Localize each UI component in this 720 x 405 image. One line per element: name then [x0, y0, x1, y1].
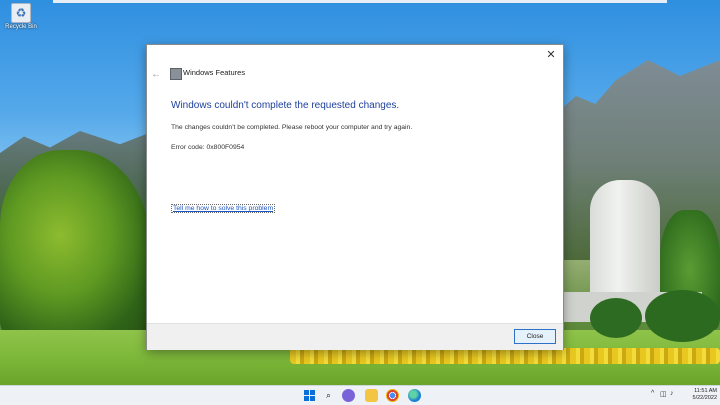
search-icon[interactable]: ⌕	[322, 389, 335, 402]
volume-icon[interactable]: ♪	[670, 390, 674, 397]
monument	[590, 180, 660, 310]
chat-icon[interactable]	[342, 389, 355, 402]
bush	[590, 298, 642, 338]
error-code: Error code: 0x800F0954	[171, 144, 245, 151]
recycle-bin-icon: ♻	[11, 3, 31, 23]
dialog-title: Windows Features	[183, 68, 246, 77]
dialog-footer: Close	[147, 323, 563, 350]
browser-window-edge	[53, 0, 667, 3]
edge-icon[interactable]	[408, 389, 421, 402]
trees-left	[0, 150, 150, 340]
bush	[645, 290, 720, 342]
recycle-bin-label: Recycle Bin	[5, 24, 37, 30]
tray-overflow-icon[interactable]: ^	[651, 390, 654, 397]
close-button[interactable]: Close	[514, 329, 556, 344]
network-icon[interactable]: ◫	[660, 390, 667, 398]
recycle-bin-shortcut[interactable]: ♻ Recycle Bin	[4, 3, 38, 39]
system-clock[interactable]: 11:51 AM 5/22/2022	[681, 388, 717, 402]
start-icon[interactable]	[303, 389, 316, 402]
taskbar: ⌕ ^ ◫ ♪ 11:51 AM 5/22/2022	[0, 385, 720, 405]
chrome-icon[interactable]	[386, 389, 399, 402]
file-explorer-icon[interactable]	[365, 389, 378, 402]
clock-date: 5/22/2022	[692, 395, 717, 401]
clock-time: 11:51 AM	[694, 388, 717, 394]
flower-bed	[290, 348, 720, 364]
windows-features-dialog: ✕ ← Windows Features Windows couldn't co…	[146, 44, 564, 350]
error-message: The changes couldn't be completed. Pleas…	[171, 124, 413, 131]
windows-features-icon	[170, 68, 182, 80]
error-heading: Windows couldn't complete the requested …	[171, 100, 400, 111]
close-icon[interactable]: ✕	[543, 48, 559, 62]
help-link[interactable]: Tell me how to solve this problem	[171, 204, 276, 213]
back-arrow-icon[interactable]: ←	[151, 69, 163, 81]
